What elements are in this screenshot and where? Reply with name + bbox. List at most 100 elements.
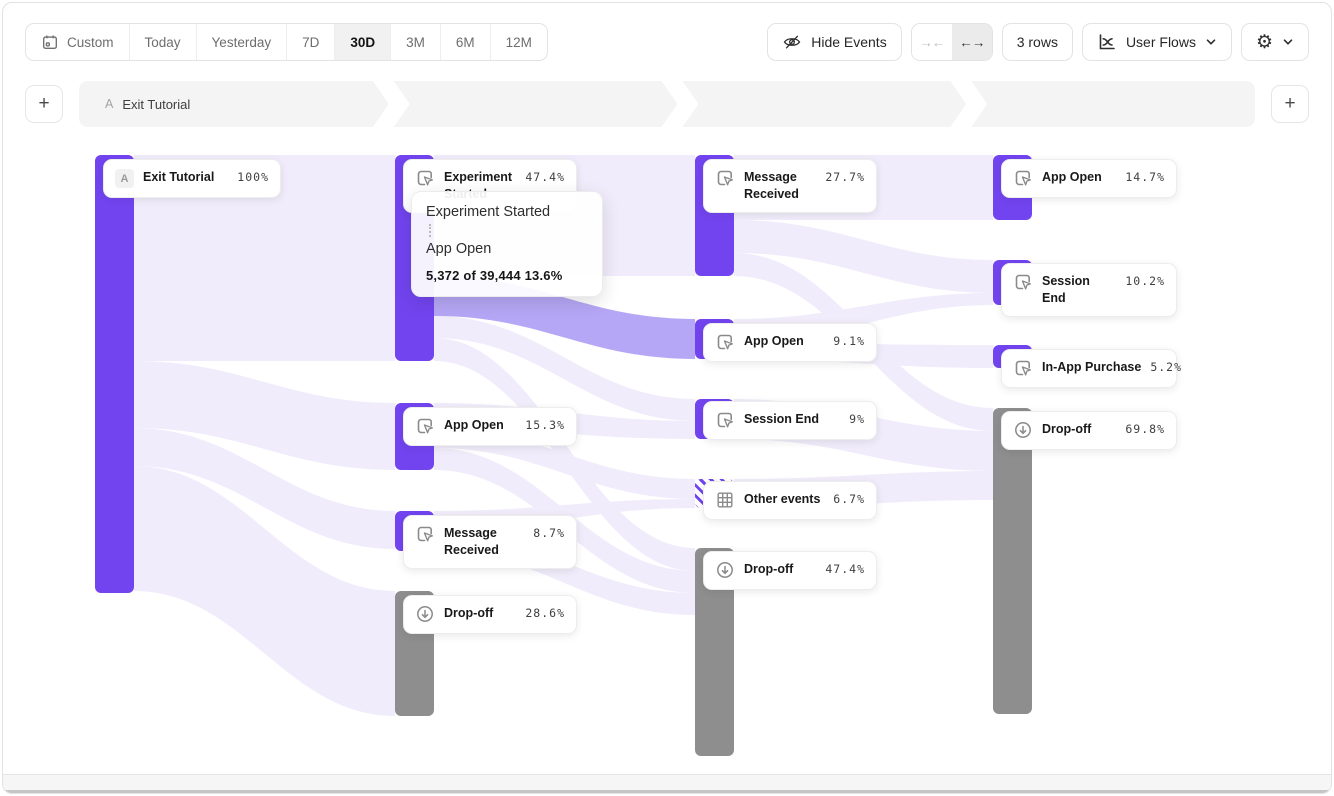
node-percent: 14.7% — [1125, 170, 1165, 184]
node-label: App Open — [744, 333, 824, 350]
node-label: Drop-off — [444, 605, 516, 622]
user-flows-panel: Custom Today Yesterday 7D 30D 3M 6M 12M … — [2, 2, 1332, 794]
date-range-30d[interactable]: 30D — [335, 24, 391, 60]
date-range-7d[interactable]: 7D — [287, 24, 335, 60]
node-percent: 69.8% — [1125, 422, 1165, 436]
date-range-control: Custom Today Yesterday 7D 30D 3M 6M 12M — [25, 23, 548, 61]
grid-icon — [715, 490, 735, 510]
node-label: App Open — [1042, 169, 1116, 186]
date-range-label: 3M — [406, 35, 425, 50]
add-step-left-button[interactable]: + — [25, 85, 63, 123]
node-label: Drop-off — [1042, 421, 1116, 438]
event-icon — [1013, 358, 1033, 378]
date-range-yesterday[interactable]: Yesterday — [197, 24, 288, 60]
chevron-down-icon — [1205, 36, 1217, 48]
step-bar: A Exit Tutorial — [79, 81, 1255, 127]
event-icon — [415, 416, 435, 436]
node-card-message-received-step2[interactable]: Message Received 8.7% — [403, 515, 577, 569]
bottom-scroll-strip[interactable] — [3, 774, 1331, 790]
date-range-today[interactable]: Today — [130, 24, 197, 60]
event-icon — [415, 168, 435, 188]
date-range-custom[interactable]: Custom — [26, 24, 130, 60]
view-type-dropdown[interactable]: User Flows — [1082, 23, 1232, 61]
event-icon — [415, 524, 435, 544]
step-segment-2[interactable] — [394, 81, 678, 127]
node-percent: 47.4% — [825, 562, 865, 576]
node-label: Drop-off — [744, 561, 816, 578]
rows-button[interactable]: 3 rows — [1002, 23, 1073, 61]
step-label: Exit Tutorial — [122, 97, 190, 112]
drop-off-icon — [1013, 420, 1033, 440]
step-badge: A — [105, 97, 113, 111]
plus-icon: + — [1284, 93, 1295, 115]
node-card-drop-off-step3[interactable]: Drop-off 47.4% — [703, 551, 877, 590]
gear-icon: ⚙ — [1256, 33, 1273, 52]
event-icon — [1013, 168, 1033, 188]
date-range-label: Today — [145, 35, 181, 50]
bar-drop-off-step4[interactable] — [993, 408, 1032, 714]
hide-events-button[interactable]: Hide Events — [767, 23, 901, 61]
settings-dropdown[interactable]: ⚙ — [1241, 23, 1309, 61]
node-card-session-end-step3[interactable]: Session End 9% — [703, 401, 877, 440]
node-card-app-open-step3[interactable]: App Open 9.1% — [703, 323, 877, 362]
expand-columns-button[interactable]: ←→ — [952, 24, 992, 60]
date-range-label: 12M — [506, 35, 532, 50]
date-range-label: 30D — [350, 35, 375, 50]
date-range-label: Yesterday — [212, 35, 272, 50]
date-range-3m[interactable]: 3M — [391, 24, 441, 60]
tooltip-stat: 5,372 of 39,444 13.6% — [426, 268, 588, 283]
node-percent: 8.7% — [533, 526, 565, 540]
step-segment-4[interactable] — [971, 81, 1255, 127]
date-range-label: 6M — [456, 35, 475, 50]
date-range-12m[interactable]: 12M — [491, 24, 547, 60]
expand-arrows-icon: ←→ — [959, 35, 984, 50]
node-card-exit-tutorial[interactable]: A Exit Tutorial 100% — [103, 159, 281, 198]
node-label: App Open — [444, 417, 516, 434]
toolbar: Custom Today Yesterday 7D 30D 3M 6M 12M … — [25, 23, 1309, 61]
collapse-expand-control: →← ←→ — [911, 23, 993, 61]
plus-icon: + — [38, 93, 49, 115]
step-segment-a[interactable]: A Exit Tutorial — [79, 81, 389, 127]
date-range-label: Custom — [67, 35, 114, 50]
eye-off-icon — [782, 32, 802, 52]
node-percent: 5.2% — [1150, 360, 1182, 374]
user-flows-icon — [1097, 32, 1117, 52]
node-percent: 100% — [237, 170, 269, 184]
node-card-drop-off-step4[interactable]: Drop-off 69.8% — [1001, 411, 1177, 450]
event-icon — [1013, 272, 1033, 292]
node-label: Other events — [744, 491, 824, 508]
calendar-icon — [41, 33, 59, 51]
event-icon — [715, 410, 735, 430]
view-type-label: User Flows — [1126, 34, 1196, 50]
add-step-right-button[interactable]: + — [1271, 85, 1309, 123]
node-card-session-end-step4[interactable]: Session End 10.2% — [1001, 263, 1177, 317]
node-card-in-app-purchase-step4[interactable]: In-App Purchase 5.2% — [1001, 349, 1177, 388]
node-percent: 10.2% — [1125, 274, 1165, 288]
node-percent: 15.3% — [525, 418, 565, 432]
collapse-arrows-icon: →← — [919, 35, 944, 50]
node-label: Session End — [744, 411, 840, 428]
node-card-other-events-step3[interactable]: Other events 6.7% — [703, 481, 877, 520]
collapse-columns-button[interactable]: →← — [912, 24, 952, 60]
node-label: Message Received — [444, 525, 524, 559]
event-icon — [715, 332, 735, 352]
tooltip-source-event: Experiment Started — [426, 204, 588, 220]
tooltip-target-event: App Open — [426, 241, 588, 257]
flow-tooltip: Experiment Started App Open 5,372 of 39,… — [411, 191, 603, 297]
date-range-6m[interactable]: 6M — [441, 24, 491, 60]
node-percent: 28.6% — [525, 606, 565, 620]
node-label: Message Received — [744, 169, 816, 203]
drop-off-icon — [415, 604, 435, 624]
node-card-app-open-step2[interactable]: App Open 15.3% — [403, 407, 577, 446]
toolbar-right: Hide Events →← ←→ 3 rows User Flows — [767, 23, 1309, 61]
node-card-app-open-step4[interactable]: App Open 14.7% — [1001, 159, 1177, 198]
node-label: Exit Tutorial — [143, 169, 228, 186]
node-card-drop-off-step2[interactable]: Drop-off 28.6% — [403, 595, 577, 634]
node-percent: 9% — [849, 412, 865, 426]
step-segment-3[interactable] — [683, 81, 967, 127]
node-label: In-App Purchase — [1042, 359, 1141, 376]
bar-exit-tutorial[interactable] — [95, 155, 134, 593]
node-card-message-received-step3[interactable]: Message Received 27.7% — [703, 159, 877, 213]
drop-off-icon — [715, 560, 735, 580]
node-percent: 47.4% — [525, 170, 565, 184]
